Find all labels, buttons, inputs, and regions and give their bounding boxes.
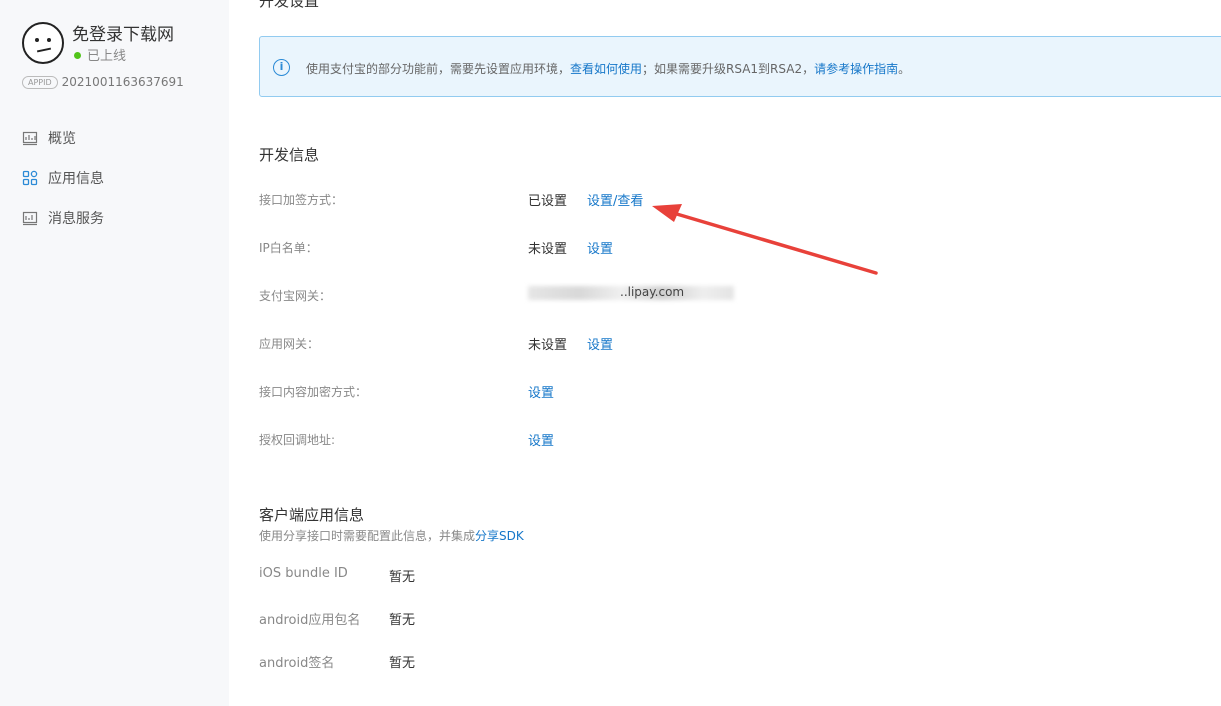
android-sign-value: 暂无 xyxy=(389,656,416,671)
app-name: 免登录下载网 xyxy=(72,25,174,45)
encryption-action[interactable]: 设置 xyxy=(528,386,554,401)
callback-label: 授权回调地址: xyxy=(259,433,336,447)
gateway-value: ..lipay.com xyxy=(528,285,734,300)
ios-bundle-value: 暂无 xyxy=(389,570,416,585)
android-sign-label: android签名 xyxy=(259,656,335,671)
apps-grid-icon xyxy=(22,170,38,186)
app-gateway-label: 应用网关： xyxy=(259,337,320,351)
ip-whitelist-label: IP白名单： xyxy=(259,241,318,255)
app-avatar xyxy=(22,22,64,64)
sidebar-nav: 概览 应用信息 消息服务 xyxy=(22,118,104,238)
appid-badge: APPID xyxy=(22,76,58,89)
encryption-value: 设置 xyxy=(528,382,554,401)
client-info-title: 客户端应用信息 xyxy=(259,506,365,524)
dev-settings-title: 开发设置 xyxy=(259,0,320,10)
sidebar-item-app-info[interactable]: 应用信息 xyxy=(22,158,104,198)
overview-icon xyxy=(22,131,38,146)
gateway-label: 支付宝网关： xyxy=(259,289,332,303)
app-status: 已上线 xyxy=(74,45,126,64)
info-icon: i xyxy=(273,59,290,76)
appid-value: 2021001163637691 xyxy=(61,75,184,89)
encryption-label: 接口内容加密方式： xyxy=(259,385,368,399)
client-info-desc: 使用分享接口时需要配置此信息，并集成分享SDK xyxy=(259,529,524,543)
sidebar: 免登录下载网 已上线 APPID 2021001163637691 概览 应用信息… xyxy=(0,0,229,706)
android-package-label: android应用包名 xyxy=(259,613,361,628)
sign-method-action[interactable]: 设置/查看 xyxy=(587,194,643,209)
guide-link[interactable]: 请参考操作指南 xyxy=(814,62,898,76)
share-sdk-link[interactable]: 分享SDK xyxy=(475,529,524,543)
annotation-arrow-icon xyxy=(652,204,878,275)
how-to-use-link[interactable]: 查看如何使用 xyxy=(570,62,642,76)
app-gateway-value: 未设置 设置 xyxy=(528,338,614,353)
android-package-value: 暂无 xyxy=(389,613,416,628)
sidebar-item-message-service[interactable]: 消息服务 xyxy=(22,198,104,238)
ip-whitelist-value: 未设置 设置 xyxy=(528,242,614,257)
appid-row: APPID 2021001163637691 xyxy=(22,71,184,90)
sign-method-value: 已设置 设置/查看 xyxy=(528,194,644,209)
callback-value: 设置 xyxy=(528,430,554,449)
ip-whitelist-action[interactable]: 设置 xyxy=(587,242,613,257)
ios-bundle-label: iOS bundle ID xyxy=(259,566,348,581)
message-service-icon xyxy=(22,211,38,226)
status-dot-icon xyxy=(74,52,81,59)
callback-action[interactable]: 设置 xyxy=(528,434,554,449)
sidebar-item-overview[interactable]: 概览 xyxy=(22,118,104,158)
sign-method-label: 接口加签方式： xyxy=(259,193,344,207)
dev-info-title: 开发信息 xyxy=(259,146,320,164)
notice-text: 使用支付宝的部分功能前，需要先设置应用环境，查看如何使用；如果需要升级RSA1到… xyxy=(306,62,911,76)
app-gateway-action[interactable]: 设置 xyxy=(587,338,613,353)
notice-banner: i 使用支付宝的部分功能前，需要先设置应用环境，查看如何使用；如果需要升级RSA… xyxy=(259,36,1221,97)
